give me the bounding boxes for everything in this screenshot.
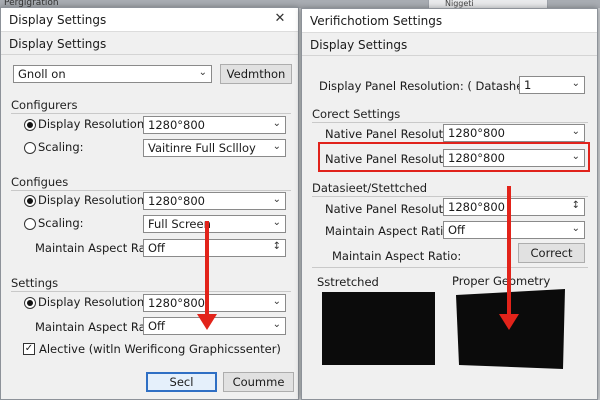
scaling-combo[interactable]: Vaitinre Full Scllloy ⌄ (143, 139, 286, 157)
combo-value: Off (148, 241, 165, 255)
annotation-arrow (499, 186, 519, 330)
group-title: Configurers (11, 98, 78, 112)
native-resolution-combo[interactable]: 1280°800 ↕ (443, 198, 585, 216)
alective-checkbox-label: Alective (witln Werificong Graphicssente… (39, 342, 281, 356)
divider (312, 122, 588, 123)
profile-combo-value: Gnoll on (18, 67, 66, 81)
group-title: Configues (11, 175, 69, 189)
chevron-down-icon: ⌄ (272, 319, 281, 330)
profile-combo[interactable]: Gnoll on ⌄ (13, 65, 212, 83)
sub-header-label: Display Settings (9, 37, 107, 51)
sub-header-label: Display Settings (310, 38, 408, 52)
correct-button[interactable]: Correct (518, 243, 585, 263)
combo-value: Full Screen (148, 217, 211, 231)
scaling-combo[interactable]: Full Screen ⌄ (143, 215, 286, 233)
display-resolution-radio[interactable] (24, 297, 36, 309)
scaling-label: Scaling: (38, 216, 84, 230)
combo-value: 1280°800 (148, 118, 205, 132)
display-resolution-combo[interactable]: 1280°800 ⌄ (143, 294, 286, 312)
chevron-down-icon: ⌄ (571, 126, 580, 137)
chevron-down-icon: ⌄ (571, 78, 580, 89)
annotation-arrow (197, 221, 217, 330)
display-resolution-radio[interactable] (24, 119, 36, 131)
combo-value: Off (448, 223, 465, 237)
display-settings-window: Display Settings ✕ Display Settings Gnol… (0, 7, 299, 400)
combo-value: 1280°800 (148, 296, 205, 310)
preview-proper-label: Proper Geometry (452, 274, 551, 288)
divider (312, 196, 588, 197)
spin-icon: ↕ (272, 241, 281, 252)
preview-stretched-label: Sstretched (317, 275, 379, 289)
aspect-ratio-label: Maintain Aspect Ratio: (325, 224, 455, 238)
display-resolution-label: Display Resolution: (38, 295, 149, 309)
aspect-ratio-combo[interactable]: Off ↕ (143, 239, 286, 257)
combo-value: Vaitinre Full Scllloy (148, 141, 256, 155)
combo-value: 1280°800 (148, 194, 205, 208)
group-title: Corect Settings (312, 107, 401, 121)
group-title: Datasieet/Stettched (312, 181, 428, 195)
chevron-down-icon: ⌄ (272, 217, 281, 228)
divider (11, 190, 291, 191)
scaling-radio[interactable] (24, 142, 36, 154)
panel-resolution-combo[interactable]: 1 ⌄ (519, 76, 585, 94)
scaling-label: Scaling: (38, 140, 84, 154)
display-resolution-radio[interactable] (24, 195, 36, 207)
alective-checkbox[interactable]: ✓ (23, 343, 35, 355)
display-resolution-label: Display Resolution: (38, 193, 149, 207)
secl-button[interactable]: Secl (146, 372, 217, 392)
group-title: Settings (11, 276, 59, 290)
stretched-preview (322, 292, 435, 365)
chevron-down-icon: ⌄ (272, 141, 281, 152)
native-resolution-combo[interactable]: 1280°800 ⌄ (443, 124, 585, 142)
divider (312, 267, 588, 268)
divider (11, 291, 291, 292)
scaling-radio[interactable] (24, 218, 36, 230)
close-icon[interactable]: ✕ (262, 8, 298, 32)
title-bar[interactable]: Verifichotiom Settings (302, 9, 597, 33)
coumme-button[interactable]: Coumme (223, 372, 294, 392)
chevron-down-icon: ⌄ (272, 118, 281, 129)
chevron-down-icon: ⌄ (272, 194, 281, 205)
combo-value: 1280°800 (448, 126, 505, 140)
combo-value: Off (148, 319, 165, 333)
display-resolution-combo[interactable]: 1280°800 ⌄ (143, 192, 286, 210)
chevron-down-icon: ⌄ (571, 223, 580, 234)
window-title: Verifichotiom Settings (310, 14, 443, 28)
title-bar[interactable]: Display Settings ✕ (1, 8, 298, 32)
chevron-down-icon: ⌄ (198, 67, 207, 78)
vedmthon-button[interactable]: Vedmthon (220, 64, 292, 84)
sub-header: Display Settings (1, 33, 298, 55)
panel-resolution-label: Display Panel Resolution: ( Datasheet (319, 79, 535, 93)
divider (11, 113, 291, 114)
aspect-ratio-combo[interactable]: Off ⌄ (443, 221, 585, 239)
spin-icon: ↕ (571, 200, 580, 211)
aspect-ratio-label: Maintain Aspect Ratio: (332, 249, 462, 263)
combo-value: 1 (524, 78, 532, 92)
combo-value: 1280°800 (448, 200, 505, 214)
window-title: Display Settings (9, 13, 107, 27)
display-resolution-combo[interactable]: 1280°800 ⌄ (143, 116, 286, 134)
verification-settings-window: Verifichotiom Settings Display Settings … (301, 8, 598, 400)
display-resolution-label: Display Resolution: (38, 117, 149, 131)
chevron-down-icon: ⌄ (272, 296, 281, 307)
highlight-box (318, 142, 590, 172)
sub-header: Display Settings (302, 34, 597, 56)
